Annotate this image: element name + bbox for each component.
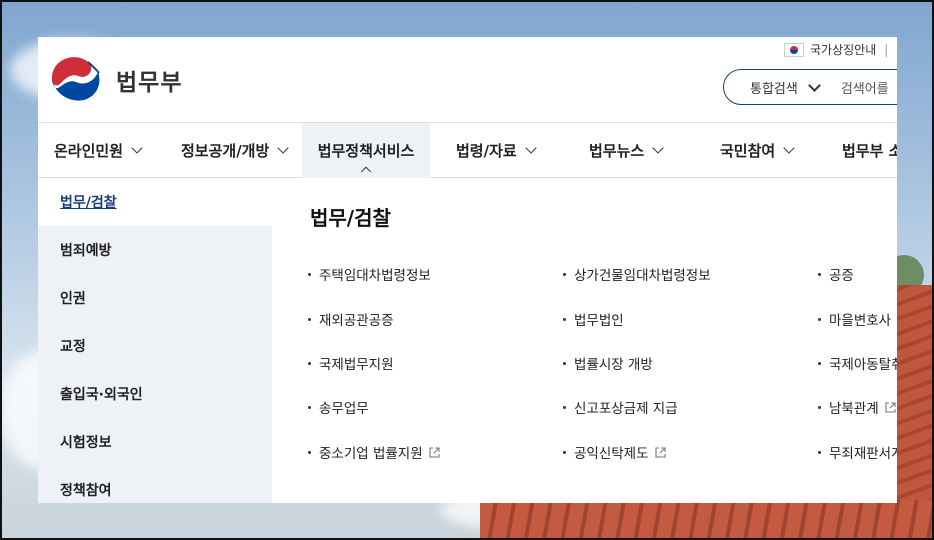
bullet-icon: [563, 361, 566, 365]
menu-link-label: 국제법무지원: [319, 357, 394, 373]
menu-link-label: 법률시장 개방: [574, 357, 653, 373]
gnb-item-info-disclosure[interactable]: 정보공개/개방: [181, 123, 289, 178]
bullet-icon: [308, 272, 311, 276]
menu-link-label: 국제아동탈취: [829, 357, 897, 373]
bullet-icon: [818, 405, 821, 409]
government-logo-icon[interactable]: [48, 50, 103, 105]
ministry-name[interactable]: 법무부: [116, 63, 182, 97]
menu-link-label: 마을변호사: [829, 313, 892, 329]
background-roof: [480, 500, 934, 540]
bullet-icon: [308, 317, 311, 321]
search-scope-select[interactable]: 통합검색: [724, 78, 798, 97]
gnb-item-label: 법령/자료: [456, 142, 517, 160]
menu-link[interactable]: 국제아동탈취: [818, 353, 897, 373]
search-box[interactable]: 통합검색 검색어를: [723, 69, 897, 105]
gnb-item-label: 법무정책서비스: [317, 142, 415, 160]
menu-link-label: 공익신탁제도: [574, 446, 649, 462]
menu-link-label: 공증: [829, 268, 854, 284]
sidebar-item-exam-info[interactable]: 시험정보: [38, 418, 272, 466]
gnb-item-news[interactable]: 법무뉴스: [589, 123, 664, 178]
sidebar-item-immigration[interactable]: 출입국·외국인: [38, 370, 272, 418]
menu-link[interactable]: 법무법인: [563, 309, 624, 329]
korea-flag-icon: [784, 42, 804, 57]
external-link-icon: [885, 401, 896, 413]
chevron-down-icon: [525, 142, 537, 154]
gnb-item-about[interactable]: 법무부 소: [842, 123, 897, 178]
menu-link-label: 송무업무: [319, 401, 369, 417]
gnb-item-participation[interactable]: 국민참여: [720, 123, 795, 178]
separator: |: [884, 42, 889, 57]
menu-link[interactable]: 공증: [818, 264, 854, 284]
gnb-item-label: 법무뉴스: [589, 142, 645, 160]
main-navigation: 온라인민원 정보공개/개방 법무정책서비스 법령/자료 법무뉴스 국민참여 법무…: [38, 122, 897, 178]
menu-link-label: 상가건물임대차법령정보: [574, 268, 711, 284]
external-link-icon: [654, 446, 666, 458]
chevron-down-icon: [131, 142, 143, 154]
menu-link-label: 무죄재판서게: [829, 446, 897, 462]
menu-link[interactable]: 신고포상금제 지급: [563, 397, 678, 417]
gnb-item-laws-data[interactable]: 법령/자료: [456, 123, 537, 178]
bullet-icon: [818, 450, 821, 454]
gnb-item-label: 법무부 소: [842, 142, 897, 160]
national-symbol-link[interactable]: 국가상징안내 |: [784, 41, 888, 58]
external-link-icon: [429, 446, 440, 458]
menu-link[interactable]: 무죄재판서게: [818, 442, 897, 462]
menu-link[interactable]: 중소기업 법률지원: [308, 442, 440, 462]
menu-link[interactable]: 법률시장 개방: [563, 353, 653, 373]
bullet-icon: [563, 405, 566, 409]
menu-link[interactable]: 재외공관공증: [308, 309, 394, 329]
gnb-item-policy-service[interactable]: 법무정책서비스: [302, 123, 430, 178]
sidebar-item-human-rights[interactable]: 인권: [38, 274, 272, 322]
chevron-down-icon: [652, 142, 664, 154]
bullet-icon: [563, 272, 566, 276]
sidebar-item-law-prosecution[interactable]: 법무/검찰: [38, 178, 272, 226]
search-input[interactable]: 검색어를: [841, 78, 889, 97]
menu-link[interactable]: 주택임대차법령정보: [308, 264, 431, 284]
menu-link-label: 신고포상금제 지급: [574, 401, 678, 417]
bullet-icon: [818, 317, 821, 321]
menu-link-label: 중소기업 법률지원: [319, 446, 423, 462]
section-title: 법무/검찰: [310, 206, 391, 230]
bullet-icon: [308, 405, 311, 409]
menu-link-label: 재외공관공증: [319, 313, 394, 329]
gnb-item-label: 정보공개/개방: [181, 142, 270, 160]
bullet-icon: [818, 361, 821, 365]
chevron-down-icon[interactable]: [807, 78, 821, 92]
bullet-icon: [308, 450, 311, 454]
menu-link[interactable]: 송무업무: [308, 397, 369, 417]
symbol-guide-label: 국가상징안내: [810, 43, 877, 57]
chevron-up-icon: [361, 166, 371, 177]
menu-link[interactable]: 마을변호사: [818, 309, 891, 329]
sub-menu-sidebar: 법무/검찰 범죄예방 인권 교정 출입국·외국인 시험정보 정책참여: [38, 178, 272, 503]
sidebar-item-policy-participation[interactable]: 정책참여: [38, 466, 272, 503]
menu-link[interactable]: 국제법무지원: [308, 353, 394, 373]
bullet-icon: [563, 450, 566, 454]
chevron-down-icon: [783, 142, 795, 154]
menu-link[interactable]: 공익신탁제도: [563, 442, 666, 462]
menu-link[interactable]: 남북관계: [818, 397, 896, 417]
chevron-down-icon: [277, 142, 289, 154]
menu-link-label: 남북관계: [829, 401, 879, 417]
bullet-icon: [308, 361, 311, 365]
bullet-icon: [818, 272, 821, 276]
gnb-item-label: 온라인민원: [54, 142, 124, 160]
menu-link-label: 법무법인: [574, 313, 624, 329]
sidebar-item-correction[interactable]: 교정: [38, 322, 272, 370]
menu-link[interactable]: 상가건물임대차법령정보: [563, 264, 711, 284]
site-window: 법무부 국가상징안내 | 통합검색 검색어를 온라인민원 정보공개/개방 법무정…: [38, 37, 897, 503]
sidebar-item-crime-prevention[interactable]: 범죄예방: [38, 226, 272, 274]
gnb-item-online-civil[interactable]: 온라인민원: [54, 123, 143, 178]
menu-link-label: 주택임대차법령정보: [319, 268, 431, 284]
gnb-item-label: 국민참여: [720, 142, 776, 160]
bullet-icon: [563, 317, 566, 321]
